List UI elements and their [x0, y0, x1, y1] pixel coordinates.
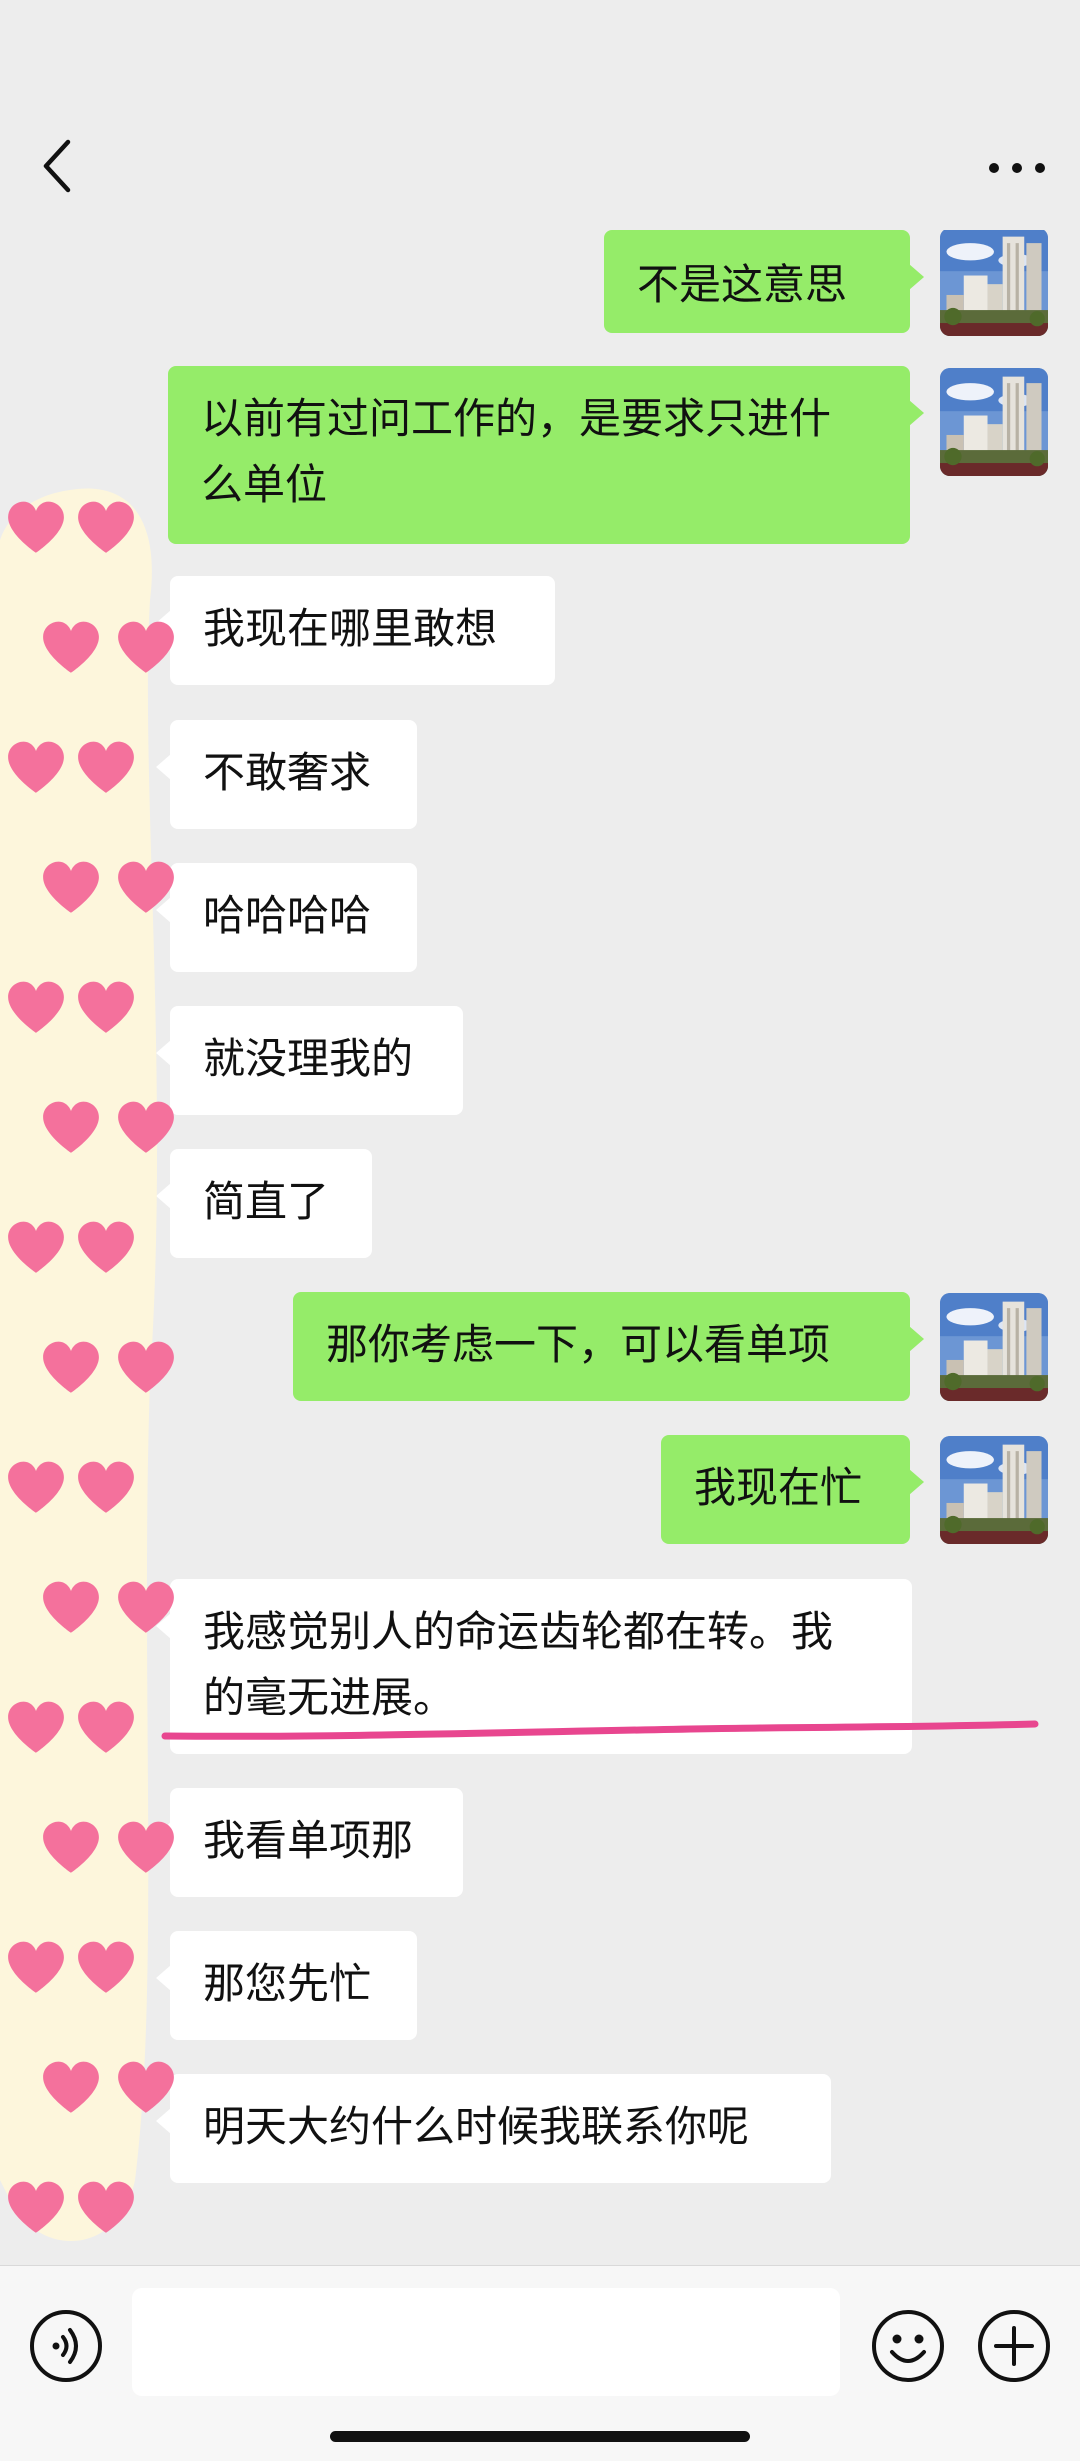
- message-bubble-outgoing[interactable]: 以前有过问工作的，是要求只进什 么单位: [168, 366, 924, 544]
- message-bubble-incoming[interactable]: 简直了: [156, 1149, 372, 1258]
- message-text-line: 我感觉别人的命运齿轮都在转。我: [203, 1607, 834, 1656]
- message-bubble-incoming[interactable]: 我现在哪里敢想: [156, 576, 555, 685]
- message-bubble-incoming[interactable]: 明天大约什么时候我联系你呢: [156, 2074, 831, 2183]
- message-list[interactable]: 不是这意思 以前有过问工作的，是要求只进什 么单位 我现在哪里敢想 不敢奢求 哈…: [0, 230, 1080, 2265]
- message-text-line: 的毫无进展。: [203, 1673, 456, 1722]
- chat-header: [0, 0, 1080, 230]
- message-bubble-incoming[interactable]: 就没理我的: [156, 1006, 463, 1115]
- chevron-left-icon: [43, 139, 71, 193]
- emoji-icon: [872, 2310, 944, 2382]
- message-text: 就没理我的: [203, 1034, 414, 1083]
- avatar[interactable]: [940, 1293, 1048, 1401]
- avatar[interactable]: [940, 1436, 1048, 1544]
- message-text-line: 么单位: [201, 460, 328, 509]
- message-text: 我看单项那: [203, 1816, 414, 1865]
- more-button[interactable]: [982, 148, 1052, 188]
- emoji-button[interactable]: [870, 2308, 946, 2384]
- plus-icon: [978, 2310, 1050, 2382]
- message-text: 不敢奢求: [203, 748, 372, 797]
- avatar[interactable]: [940, 368, 1048, 476]
- message-text: 明天大约什么时候我联系你呢: [203, 2102, 750, 2151]
- message-bubble-incoming[interactable]: 那您先忙: [156, 1931, 417, 2040]
- message-bubble-incoming[interactable]: 哈哈哈哈: [156, 863, 417, 972]
- message-bubble-outgoing[interactable]: 那你考虑一下，可以看单项: [293, 1292, 924, 1401]
- message-text: 简直了: [203, 1177, 330, 1226]
- back-button[interactable]: [38, 136, 78, 196]
- home-indicator: [330, 2431, 750, 2442]
- more-functions-button[interactable]: [976, 2308, 1052, 2384]
- message-bubble-incoming[interactable]: 我感觉别人的命运齿轮都在转。我 的毫无进展。: [156, 1579, 912, 1754]
- message-text: 那您先忙: [203, 1959, 372, 2008]
- message-text: 我现在哪里敢想: [203, 604, 498, 653]
- message-input[interactable]: [132, 2288, 840, 2396]
- avatar[interactable]: [940, 230, 1048, 336]
- message-text: 我现在忙: [694, 1463, 863, 1512]
- message-text: 哈哈哈哈: [203, 891, 372, 940]
- message-bubble-outgoing[interactable]: 不是这意思: [604, 230, 924, 333]
- voice-icon: [30, 2310, 102, 2382]
- voice-button[interactable]: [28, 2308, 104, 2384]
- message-text: 那你考虑一下，可以看单项: [326, 1320, 831, 1369]
- more-dots-icon: [989, 163, 1045, 173]
- message-text: 不是这意思: [637, 260, 848, 309]
- message-bubble-incoming[interactable]: 我看单项那: [156, 1788, 463, 1897]
- message-bubble-incoming[interactable]: 不敢奢求: [156, 720, 417, 829]
- message-text-line: 以前有过问工作的，是要求只进什: [201, 394, 832, 443]
- message-bubble-outgoing[interactable]: 我现在忙: [661, 1435, 924, 1544]
